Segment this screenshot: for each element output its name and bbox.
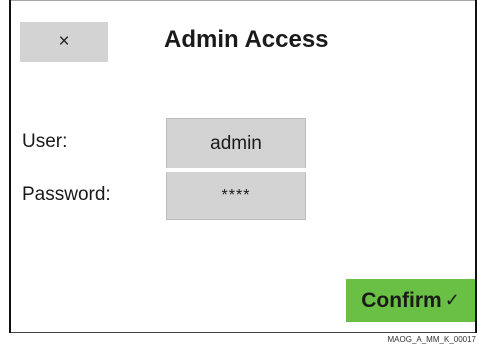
close-icon: × — [58, 31, 70, 52]
document-code: MAOG_A_MM_K_00017 — [387, 335, 477, 344]
close-button[interactable]: × — [20, 22, 108, 62]
dialog-title: Admin Access — [164, 26, 329, 53]
dialog-right-border — [475, 0, 477, 333]
user-label: User: — [22, 131, 68, 152]
password-field-value: **** — [221, 186, 251, 204]
user-field-value: admin — [210, 132, 262, 154]
user-field[interactable]: admin — [166, 118, 306, 168]
dialog-left-border — [9, 0, 11, 333]
password-field[interactable]: **** — [166, 172, 306, 220]
confirm-button[interactable]: Confirm ✓ — [346, 279, 475, 322]
confirm-button-label: Confirm — [361, 288, 442, 312]
password-label: Password: — [22, 184, 111, 205]
check-icon: ✓ — [444, 290, 460, 310]
